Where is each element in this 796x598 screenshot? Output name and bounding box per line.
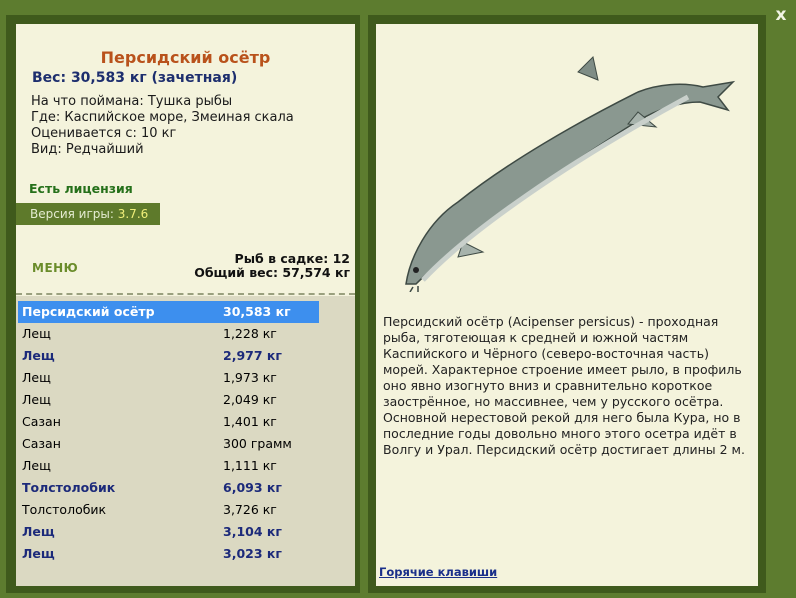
fish-weight: 2,049 кг bbox=[223, 392, 277, 407]
fish-weight: Вес: 30,583 кг (зачетная) bbox=[32, 70, 238, 86]
list-item[interactable]: Лещ 1,973 кг bbox=[18, 367, 319, 389]
license-status: Есть лицензия bbox=[29, 181, 133, 196]
list-item[interactable]: Лещ 1,111 кг bbox=[18, 455, 319, 477]
fish-weight: 1,401 кг bbox=[223, 414, 277, 429]
fish-name: Лещ bbox=[22, 348, 55, 363]
fish-weight: 30,583 кг bbox=[223, 304, 291, 319]
cage-count: Рыб в садке: 12 bbox=[234, 251, 350, 266]
list-item[interactable]: Лещ 2,049 кг bbox=[18, 389, 319, 411]
fish-weight: 1,973 кг bbox=[223, 370, 277, 385]
list-item[interactable]: Сазан 1,401 кг bbox=[18, 411, 319, 433]
list-item[interactable]: Персидский осётр 30,583 кг bbox=[18, 301, 319, 323]
fish-weight: 1,228 кг bbox=[223, 326, 277, 341]
list-item[interactable]: Лещ 2,977 кг bbox=[18, 345, 319, 367]
fish-kind: Вид: Редчайший bbox=[31, 142, 144, 157]
menu-button[interactable]: МЕНЮ bbox=[32, 261, 78, 275]
fish-weight: 3,104 кг bbox=[223, 524, 282, 539]
version-label: Версия игры: bbox=[30, 207, 114, 221]
close-icon[interactable]: x bbox=[771, 5, 791, 25]
fish-weight: 300 грамм bbox=[223, 436, 292, 451]
fish-name: Лещ bbox=[22, 524, 55, 539]
fish-weight: 6,093 кг bbox=[223, 480, 282, 495]
fish-name: Толстолобик bbox=[22, 480, 116, 495]
fish-name: Лещ bbox=[22, 370, 51, 385]
version-value: 3.7.6 bbox=[117, 207, 149, 221]
fish-weight: 2,977 кг bbox=[223, 348, 282, 363]
fish-name: Лещ bbox=[22, 392, 51, 407]
list-item[interactable]: Толстолобик 6,093 кг bbox=[18, 477, 319, 499]
location: Где: Каспийское море, Змеиная скала bbox=[31, 110, 294, 125]
fish-description: Персидский осётр (Acipenser persicus) - … bbox=[383, 314, 745, 457]
hotkeys-link[interactable]: Горячие клавиши bbox=[379, 565, 497, 579]
fish-name: Лещ bbox=[22, 458, 51, 473]
fish-weight: 3,023 кг bbox=[223, 546, 282, 561]
list-item[interactable]: Лещ 3,104 кг bbox=[18, 521, 319, 543]
fish-name: Толстолобик bbox=[22, 502, 107, 517]
fish-name: Лещ bbox=[22, 546, 55, 561]
caught-on: На что поймана: Тушка рыбы bbox=[31, 94, 233, 109]
sturgeon-image bbox=[405, 55, 736, 292]
fish-weight: 3,726 кг bbox=[223, 502, 277, 517]
divider bbox=[16, 293, 355, 295]
fish-title: Персидский осётр bbox=[100, 48, 271, 67]
list-item[interactable]: Лещ 1,228 кг bbox=[18, 323, 319, 345]
fish-weight: 1,111 кг bbox=[223, 458, 277, 473]
fish-name: Сазан bbox=[22, 436, 61, 451]
cage-total-weight: Общий вес: 57,574 кг bbox=[194, 265, 350, 280]
game-version: Версия игры: 3.7.6 bbox=[16, 203, 160, 225]
list-item[interactable]: Лещ 3,023 кг bbox=[18, 543, 319, 565]
list-item[interactable]: Сазан 300 грамм bbox=[18, 433, 319, 455]
rated-from: Оценивается с: 10 кг bbox=[31, 126, 177, 141]
fish-name: Сазан bbox=[22, 414, 61, 429]
fish-name: Персидский осётр bbox=[22, 304, 155, 319]
fish-name: Лещ bbox=[22, 326, 51, 341]
list-item[interactable]: Толстолобик 3,726 кг bbox=[18, 499, 319, 521]
